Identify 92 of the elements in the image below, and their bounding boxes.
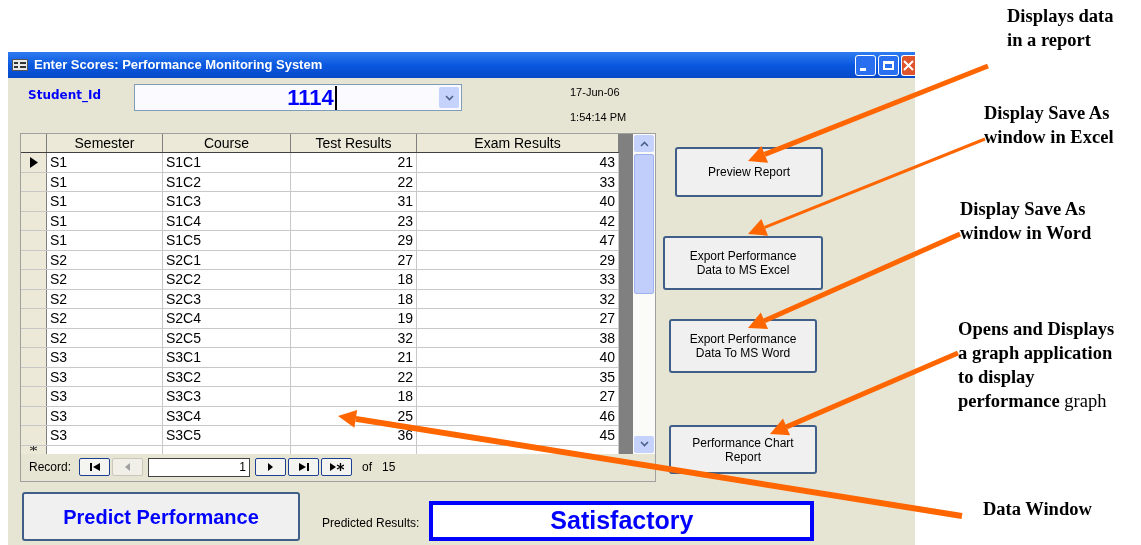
annotation-text: Opens and Displays a graph application to display performance graph	[958, 318, 1115, 413]
record-total: 15	[382, 459, 396, 477]
first-record-icon	[89, 463, 100, 472]
record-nav-button[interactable]	[288, 458, 320, 477]
table-cell: S2C5	[163, 328, 291, 347]
table-cell: 23	[291, 211, 417, 230]
column-header[interactable]: Course	[163, 134, 291, 152]
table-cell: 22	[291, 367, 417, 386]
record-number-field[interactable]: 1	[148, 457, 251, 477]
chevron-up-icon	[639, 140, 649, 147]
next-record-icon	[268, 463, 274, 472]
new-record-icon	[329, 463, 344, 472]
dropdown-button[interactable]	[439, 87, 459, 108]
table-cell: S3C4	[163, 406, 291, 425]
current-record-icon	[29, 156, 38, 168]
table-cell: 18	[291, 387, 417, 406]
table-cell: 31	[291, 192, 417, 211]
table-cell: S1	[47, 153, 163, 172]
minimize-button[interactable]	[855, 54, 876, 76]
student-id-combo[interactable]: 1114	[134, 84, 462, 111]
chevron-down-icon	[444, 94, 454, 101]
action-button[interactable]: Performance Chart Report	[669, 425, 817, 474]
table-cell: S3	[47, 387, 163, 406]
chevron-down-icon	[639, 441, 649, 447]
table-cell: 22	[291, 172, 417, 191]
record-of-text: of	[362, 459, 373, 477]
table-cell: S1	[47, 192, 163, 211]
new-record-selector[interactable]	[21, 445, 47, 454]
row-selector-header	[21, 134, 47, 152]
student-id-label: Student_Id	[28, 87, 102, 104]
table-cell: S2	[47, 289, 163, 308]
table-cell: S3	[47, 348, 163, 367]
asterisk-icon	[30, 445, 37, 451]
table-cell: 19	[291, 309, 417, 328]
annotation-text: Display Save As window in Excel	[984, 102, 1114, 149]
table-cell: S3C1	[163, 348, 291, 367]
previous-record-icon	[125, 463, 131, 472]
action-button[interactable]: Export Performance Data To MS Word	[669, 319, 817, 373]
row-selector[interactable]	[21, 153, 47, 172]
action-button[interactable]: Export Performance Data to MS Excel	[663, 236, 823, 290]
date-text: 17-Jun-06	[570, 85, 621, 100]
table-cell: S2	[47, 309, 163, 328]
table-cell: 29	[291, 231, 417, 250]
close-button[interactable]	[901, 54, 915, 76]
table-cell: 27	[291, 250, 417, 269]
table-cell: S3C5	[163, 426, 291, 445]
table-cell: 32	[291, 328, 417, 347]
last-record-icon	[298, 463, 309, 472]
time-text: 1:54:14 PM	[570, 109, 627, 125]
table-cell: 21	[291, 348, 417, 367]
record-label: Record:	[29, 459, 72, 477]
table-cell: S1C2	[163, 172, 291, 191]
table-cell: 18	[291, 270, 417, 289]
record-nav-button[interactable]	[255, 458, 287, 477]
table-cell: S2C4	[163, 309, 291, 328]
table-cell: S1	[47, 231, 163, 250]
annotation-text: Data Window	[983, 498, 1092, 521]
predicted-results-field: Satisfactory	[429, 501, 815, 541]
record-nav-button[interactable]	[321, 458, 353, 477]
scrollbar[interactable]	[633, 134, 655, 454]
table-cell: S1C5	[163, 231, 291, 250]
maximize-button[interactable]	[878, 54, 899, 76]
table-cell: S3C3	[163, 387, 291, 406]
table-cell: 18	[291, 289, 417, 308]
table-cell: S3	[47, 426, 163, 445]
annotation-text: Display Save As window in Word	[960, 198, 1092, 245]
column-header[interactable]: Semester	[47, 134, 163, 152]
table-cell: 21	[291, 153, 417, 172]
annotation-text: Displays data in a report	[1007, 5, 1114, 52]
column-header[interactable]: Exam Results	[417, 134, 619, 152]
table-cell: S3	[47, 367, 163, 386]
table-cell: S2C1	[163, 250, 291, 269]
table-cell: S1C1	[163, 153, 291, 172]
table-cell: S2C3	[163, 289, 291, 308]
table-cell: S3	[47, 406, 163, 425]
window-title: Enter Scores: Performance Monitoring System	[34, 56, 323, 75]
table-cell: S2	[47, 328, 163, 347]
table-cell: S3C2	[163, 367, 291, 386]
predict-performance-button[interactable]: Predict Performance	[22, 492, 300, 541]
table-cell: S1C4	[163, 211, 291, 230]
column-header[interactable]: Test Results	[291, 134, 417, 152]
action-button[interactable]: Preview Report	[675, 147, 823, 197]
table-cell: S1	[47, 172, 163, 191]
table-cell: S2C2	[163, 270, 291, 289]
table-cell: S1C3	[163, 192, 291, 211]
table-cell: S1	[47, 211, 163, 230]
table-cell: S2	[47, 250, 163, 269]
record-nav-button[interactable]	[79, 458, 111, 477]
form-icon	[12, 59, 28, 71]
predicted-results-label: Predicted Results:	[322, 515, 420, 532]
table-cell: S2	[47, 270, 163, 289]
student-id-value: 1114	[287, 85, 337, 110]
